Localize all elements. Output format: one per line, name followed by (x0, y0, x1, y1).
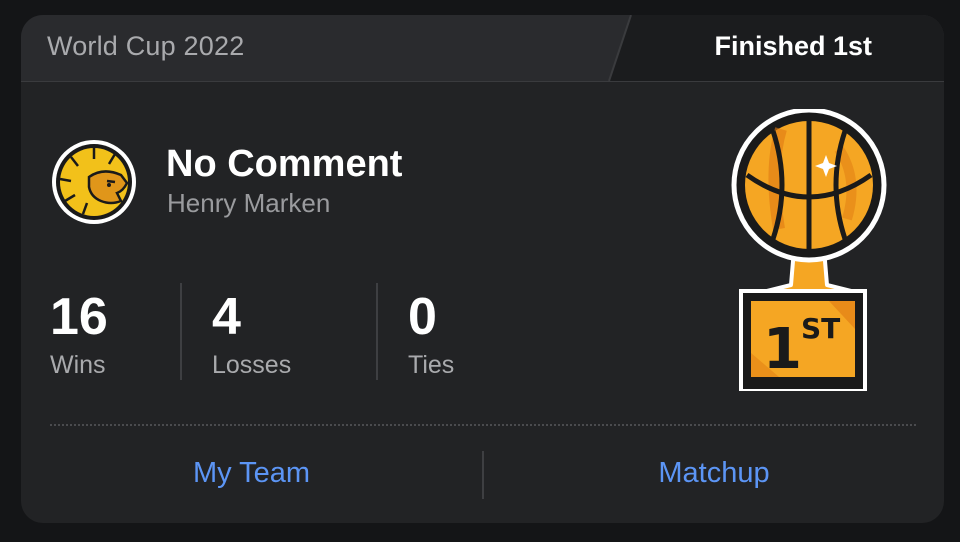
card-header: World Cup 2022 Finished 1st (21, 15, 944, 81)
stat-divider (180, 283, 182, 380)
lion-icon[interactable] (51, 139, 137, 225)
ties-label: Ties (408, 351, 455, 379)
trophy-place: 1 (763, 317, 802, 382)
header-divider (21, 81, 944, 82)
section-divider (50, 424, 916, 426)
team-name[interactable]: No Comment (166, 143, 402, 186)
losses-label: Losses (212, 351, 292, 379)
my-team-button[interactable]: My Team (21, 442, 482, 504)
event-title: World Cup 2022 (47, 31, 245, 61)
finish-label: Finished 1st (714, 31, 872, 61)
owner-name: Henry Marken (167, 188, 331, 218)
wins-label: Wins (50, 351, 106, 379)
wins-value: 16 (50, 288, 108, 346)
league-result-card: World Cup 2022 Finished 1st No Comment H… (21, 15, 944, 523)
losses-value: 4 (212, 288, 241, 346)
ties-value: 0 (408, 288, 437, 346)
stat-ties: 0 Ties (408, 289, 454, 380)
matchup-button[interactable]: Matchup (484, 442, 944, 504)
trophy-suffix: ST (801, 312, 840, 345)
stat-divider (376, 283, 378, 380)
basketball-trophy-icon: 1 ST (731, 109, 887, 391)
stat-wins: 16 Wins (50, 289, 108, 380)
stat-losses: 4 Losses (212, 289, 291, 380)
